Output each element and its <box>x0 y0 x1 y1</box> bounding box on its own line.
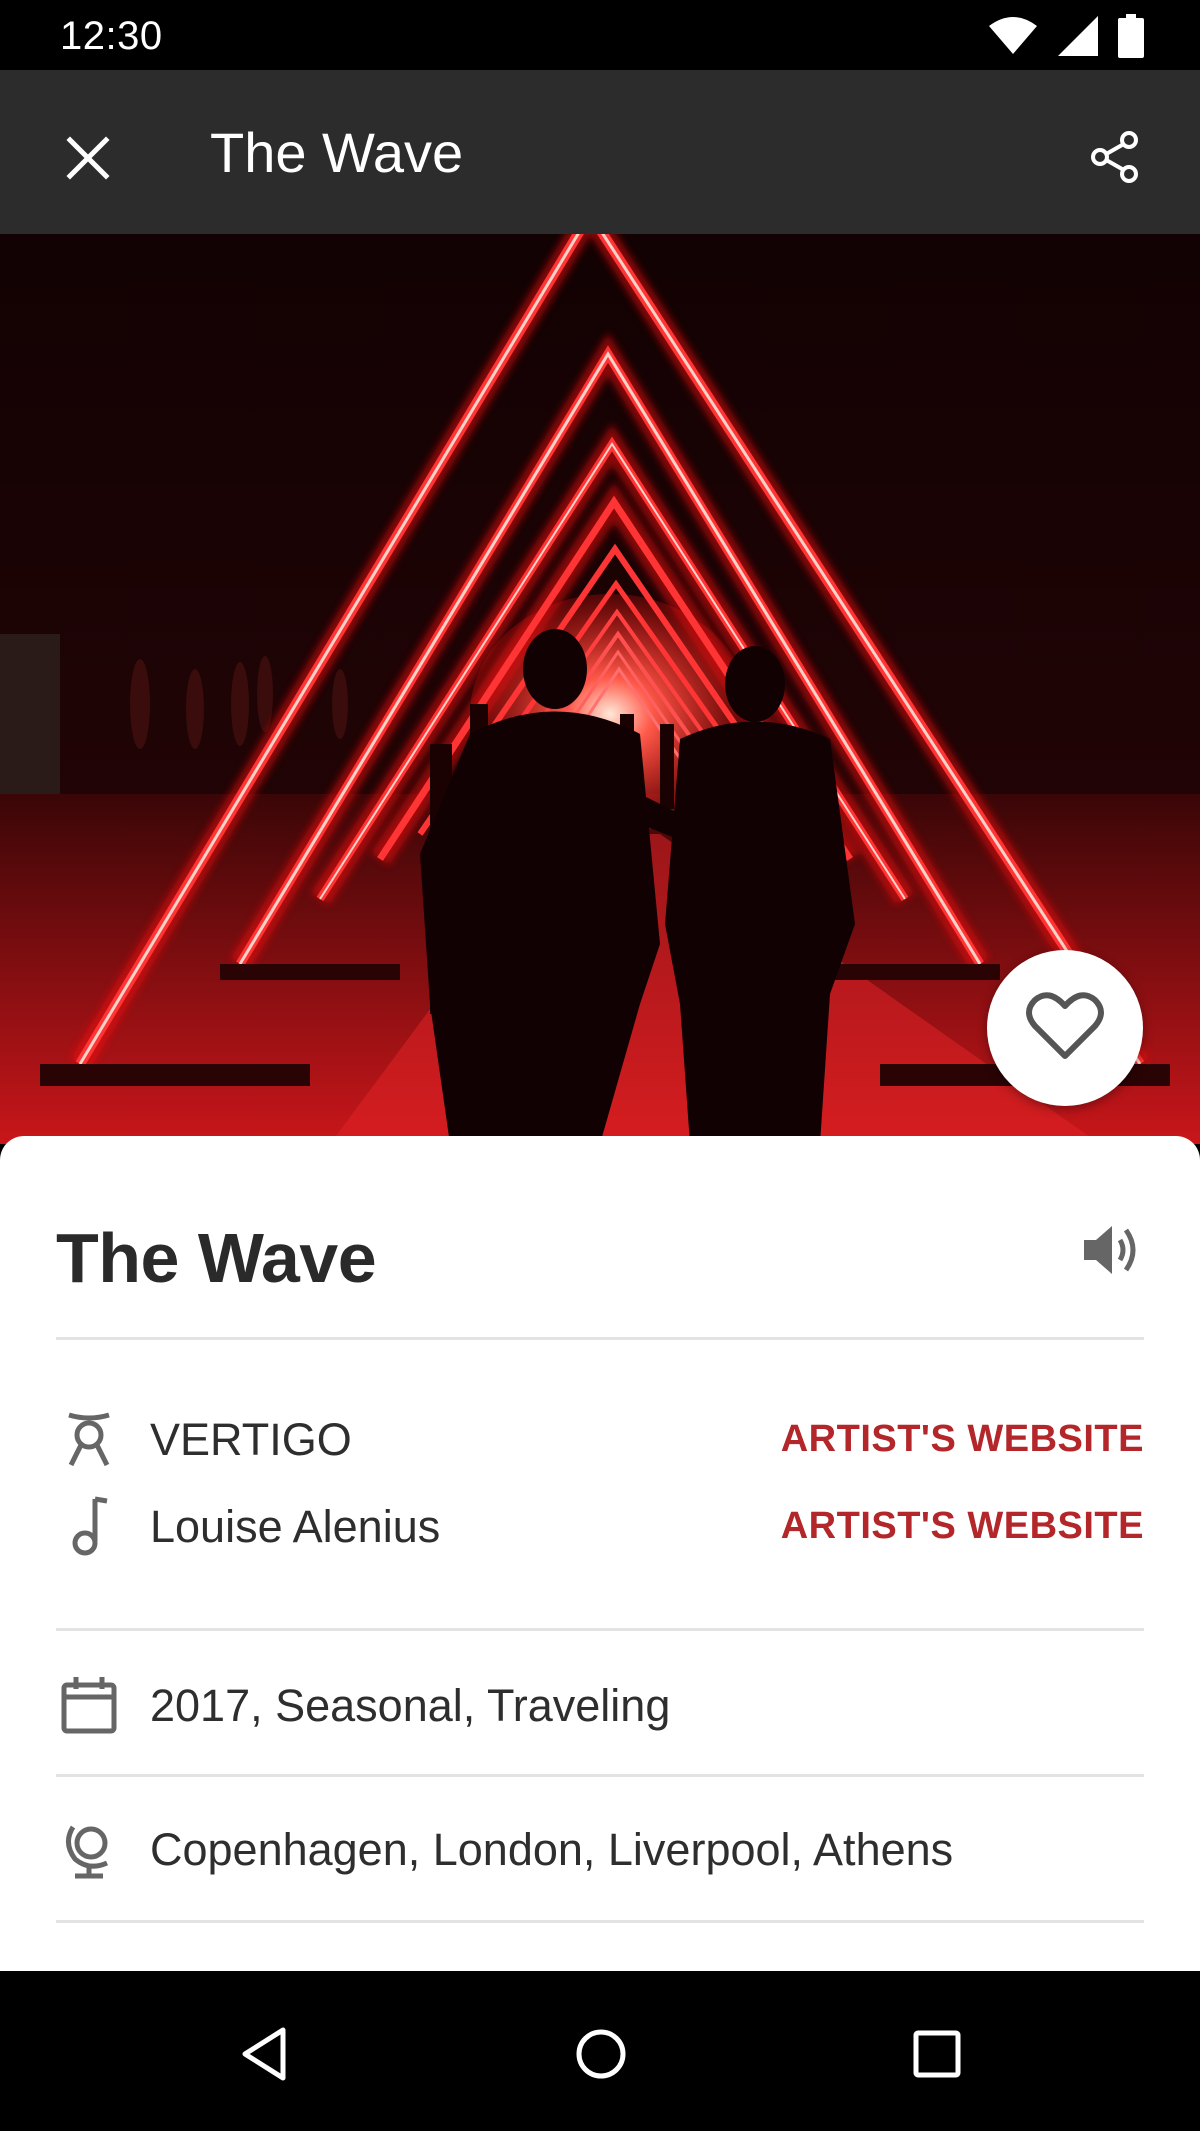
credit-name: VERTIGO <box>150 1414 352 1465</box>
navigation-bar <box>0 1971 1200 2131</box>
status-bar: 12:30 <box>0 0 1200 70</box>
home-circle-icon <box>571 2024 631 2089</box>
app-bar: The Wave <box>0 70 1200 234</box>
credit-row-choreographer: VERTIGO ARTIST'S WEBSITE <box>56 1404 1144 1474</box>
back-button[interactable] <box>220 2011 310 2101</box>
app-bar-title: The Wave <box>210 121 464 184</box>
favorite-button[interactable] <box>987 950 1143 1106</box>
artist-website-link[interactable]: ARTIST'S WEBSITE <box>781 1505 1144 1548</box>
music-note-icon <box>56 1491 122 1561</box>
heart-outline-icon <box>1025 990 1105 1067</box>
dates-row: 2017, Seasonal, Traveling <box>56 1670 1144 1740</box>
recents-square-icon <box>907 2024 967 2089</box>
battery-icon <box>1118 14 1144 58</box>
artist-website-link[interactable]: ARTIST'S WEBSITE <box>781 1418 1144 1461</box>
credit-name: Louise Alenius <box>150 1501 441 1552</box>
status-time: 12:30 <box>60 14 163 58</box>
recents-button[interactable] <box>892 2011 982 2101</box>
share-icon <box>1087 129 1143 190</box>
signal-icon <box>1058 16 1098 56</box>
wifi-icon <box>988 16 1038 56</box>
speaker-icon <box>1080 1220 1144 1285</box>
close-icon <box>66 135 110 185</box>
artwork-title: The Wave <box>56 1219 377 1297</box>
back-triangle-icon <box>235 2024 295 2089</box>
calendar-icon <box>56 1670 122 1740</box>
dancer-icon <box>56 1404 122 1474</box>
globe-icon <box>56 1814 122 1884</box>
locations-text: Copenhagen, London, Liverpool, Athens <box>150 1824 954 1875</box>
audio-button[interactable] <box>1076 1216 1148 1288</box>
locations-row: Copenhagen, London, Liverpool, Athens <box>56 1814 1144 1884</box>
divider <box>56 1774 1144 1777</box>
close-button[interactable] <box>46 118 130 202</box>
divider <box>56 1920 1144 1923</box>
home-button[interactable] <box>556 2011 646 2101</box>
credit-row-composer: Louise Alenius ARTIST'S WEBSITE <box>56 1491 1144 1561</box>
share-button[interactable] <box>1070 114 1160 204</box>
dates-text: 2017, Seasonal, Traveling <box>150 1680 671 1731</box>
divider <box>56 1628 1144 1631</box>
detail-card: The Wave VERTIGO ARTIST'S WEBSITE Louise… <box>0 1136 1200 1996</box>
divider <box>56 1337 1144 1340</box>
status-icons <box>988 14 1144 58</box>
